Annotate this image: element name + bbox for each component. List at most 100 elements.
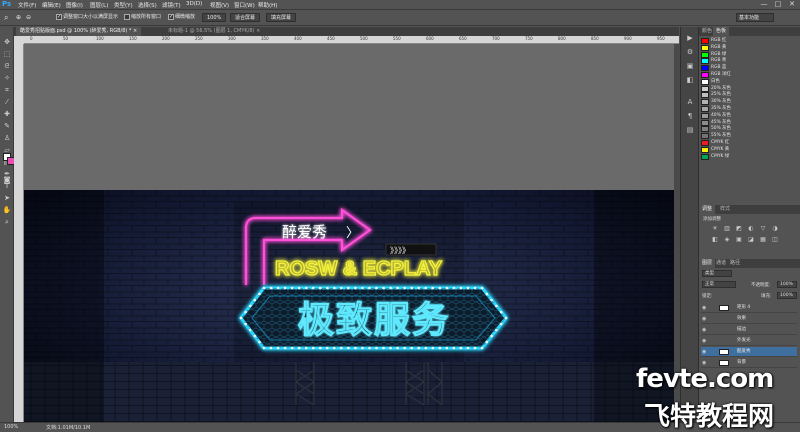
- adjustment-icon[interactable]: ◧: [711, 236, 719, 243]
- document-canvas[interactable]: 醉爱秀 〉 》》》》 ROSW & ECPLAY 极致服务: [24, 190, 674, 422]
- resize-windows-checkbox[interactable]: ✓: [56, 13, 62, 20]
- character-icon[interactable]: A: [684, 97, 696, 107]
- eye-icon[interactable]: ◉: [702, 336, 708, 346]
- tab-styles[interactable]: 样式: [717, 205, 733, 214]
- swatch-item[interactable]: 50% 灰色: [701, 126, 791, 133]
- menu-item-3[interactable]: 图层(L): [90, 1, 108, 9]
- tab-untitled-document[interactable]: 未标题-1 @ 56.5% (图层 1, CMYK/8) ×: [164, 27, 264, 36]
- play-icon[interactable]: ▶: [684, 33, 696, 43]
- swatch-item[interactable]: RGB 黄: [701, 44, 791, 51]
- opacity-field[interactable]: 100%: [777, 281, 797, 288]
- fit-screen-button[interactable]: 适合屏幕: [230, 13, 261, 22]
- eyedropper-tool-icon[interactable]: ⁄: [1, 97, 13, 108]
- stamp-tool-icon[interactable]: ♙: [1, 133, 13, 144]
- swatch-item[interactable]: CMYK 红: [701, 140, 791, 146]
- quick-mask-icon[interactable]: ◙: [1, 175, 13, 186]
- brush-tool-icon[interactable]: ✎: [1, 121, 13, 132]
- adjustment-icon[interactable]: ◪: [747, 236, 755, 243]
- paragraph-icon[interactable]: ¶: [684, 111, 696, 121]
- healing-brush-icon[interactable]: ✚: [1, 109, 13, 120]
- swatch-item[interactable]: RGB 蓝: [701, 65, 791, 72]
- path-select-icon[interactable]: ➤: [1, 193, 13, 204]
- fill-screen-button[interactable]: 填充屏幕: [266, 13, 297, 22]
- zoom-100-button[interactable]: 100%: [202, 13, 227, 22]
- swatch-item[interactable]: 30% 灰色: [701, 99, 791, 106]
- adjustment-icon[interactable]: ▽: [759, 225, 767, 232]
- magic-wand-icon[interactable]: ✧: [1, 73, 13, 84]
- swatch-item[interactable]: CMYK 黄: [701, 146, 791, 153]
- adjustment-icon[interactable]: ▣: [735, 236, 743, 243]
- zoom-all-option[interactable]: 缩放所有窗口: [124, 13, 161, 22]
- zoom-out-icon[interactable]: ⊖: [26, 13, 31, 22]
- swatch-item[interactable]: 35% 灰色: [701, 106, 791, 112]
- layer-row[interactable]: ◉ 效果: [701, 314, 797, 324]
- layer-row[interactable]: ◉ 酷爱秀: [701, 347, 797, 357]
- history-icon[interactable]: ▣: [684, 61, 696, 71]
- menu-item-0[interactable]: 文件(F): [18, 1, 36, 9]
- blend-mode-select[interactable]: 正常: [702, 281, 736, 288]
- tab-swatches[interactable]: 色板: [713, 27, 730, 36]
- layer-row[interactable]: ◉ 矩形 4: [701, 303, 797, 313]
- tab-adjustments[interactable]: 调整: [699, 205, 716, 214]
- maximize-button[interactable]: □: [772, 0, 784, 9]
- ruler-origin[interactable]: [14, 36, 24, 44]
- swatch-item[interactable]: 白色: [701, 78, 791, 85]
- menu-item-5[interactable]: 选择(S): [138, 1, 157, 9]
- tab-paths[interactable]: 路径: [727, 259, 743, 268]
- workspace-select[interactable]: 基本功能: [736, 13, 774, 22]
- layer-row[interactable]: ◉ 描边: [701, 325, 797, 335]
- fill-field[interactable]: 100%: [777, 292, 797, 299]
- resize-windows-option[interactable]: ✓ 调整窗口大小以满屏显示: [56, 13, 118, 22]
- menu-item-1[interactable]: 编辑(E): [42, 1, 61, 9]
- adjustment-icon[interactable]: ◩: [735, 225, 743, 232]
- swatch-item[interactable]: 55% 灰色: [701, 133, 791, 140]
- close-button[interactable]: ✕: [786, 0, 798, 9]
- properties-icon[interactable]: ◧: [684, 75, 696, 85]
- menu-item-6[interactable]: 滤镜(T): [162, 1, 181, 9]
- menu-item-8[interactable]: 视图(V): [210, 1, 229, 9]
- adjustment-icon[interactable]: ◐: [747, 225, 755, 232]
- marquee-tool-icon[interactable]: ⬚: [1, 49, 13, 60]
- eye-icon[interactable]: ◉: [702, 347, 708, 357]
- adjustment-icon[interactable]: ◑: [771, 225, 779, 232]
- zoom-in-icon[interactable]: ⊕: [16, 13, 21, 22]
- layer-comps-icon[interactable]: ▤: [684, 125, 696, 135]
- zoom-all-checkbox[interactable]: [124, 13, 130, 20]
- layer-row[interactable]: ◉ 外发光: [701, 336, 797, 346]
- menu-item-2[interactable]: 图像(I): [66, 1, 83, 9]
- tab-active-document[interactable]: 酷爱秀招贴版面.psd @ 100% (醉爱秀, RGB/8) * ×: [16, 27, 142, 36]
- eye-icon[interactable]: ◉: [702, 314, 708, 324]
- menu-item-10[interactable]: 帮助(H): [258, 1, 277, 9]
- menu-item-9[interactable]: 窗口(W): [234, 1, 255, 9]
- layer-kind-filter[interactable]: 类型: [702, 270, 732, 277]
- swatch-item[interactable]: RGB 洋红: [701, 72, 791, 78]
- swatch-item[interactable]: 40% 灰色: [701, 112, 791, 119]
- vertical-ruler[interactable]: [14, 44, 24, 422]
- eye-icon[interactable]: ◉: [702, 325, 708, 335]
- swatch-item[interactable]: RGB 青: [701, 58, 791, 65]
- hand-tool-icon[interactable]: ✋: [1, 205, 13, 216]
- adjustment-icon[interactable]: ☀: [711, 225, 719, 232]
- minimize-button[interactable]: —: [758, 0, 770, 9]
- scrubby-zoom-option[interactable]: ✓ 细微缩放: [168, 13, 195, 22]
- adjustment-icon[interactable]: ▦: [759, 236, 767, 243]
- lasso-tool-icon[interactable]: ᘓ: [1, 61, 13, 72]
- crop-tool-icon[interactable]: ⌗: [1, 85, 13, 96]
- scrubby-zoom-checkbox[interactable]: ✓: [168, 13, 174, 20]
- menu-item-4[interactable]: 类型(Y): [114, 1, 133, 9]
- zoom-tool-icon[interactable]: ⌕: [4, 13, 8, 22]
- menu-item-7[interactable]: 3D(D): [186, 1, 202, 7]
- swatch-item[interactable]: RGB 红: [701, 38, 791, 44]
- adjustment-icon[interactable]: ▥: [723, 225, 731, 232]
- adjustment-icon[interactable]: ◫: [771, 236, 779, 243]
- eye-icon[interactable]: ◉: [702, 303, 708, 313]
- gear-icon[interactable]: ⚙: [684, 47, 696, 57]
- adjustment-icon[interactable]: ◈: [723, 236, 731, 243]
- horizontal-ruler[interactable]: 0 50 100 150 200 250 300 350 400 450 500 550 600 650 7…: [24, 36, 679, 44]
- swatch-item[interactable]: 25% 灰色: [701, 92, 791, 99]
- status-zoom[interactable]: 100%: [4, 424, 18, 430]
- zoom-tool-sidebar-icon[interactable]: ⌕: [1, 217, 13, 228]
- swatch-item[interactable]: CMYK 绿: [701, 153, 791, 160]
- status-doc-size[interactable]: 文档:1.01M/10.1M: [46, 424, 90, 431]
- move-tool-icon[interactable]: ✥: [1, 37, 13, 48]
